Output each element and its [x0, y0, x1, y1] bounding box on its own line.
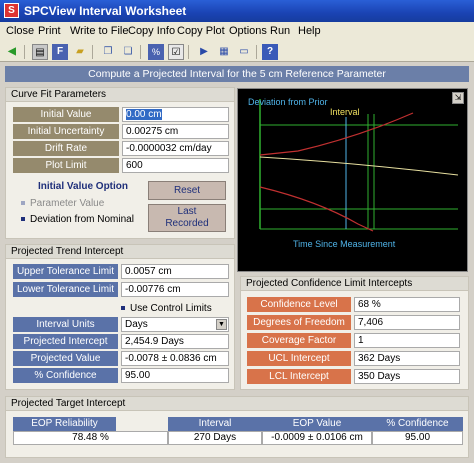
drift-rate-label: Drift Rate	[13, 141, 119, 156]
copy-icon[interactable]: ❐	[100, 44, 116, 60]
confidence-level-label: Confidence Level	[247, 297, 351, 312]
percent-icon[interactable]: %	[148, 44, 164, 60]
degrees-of-freedom-field[interactable]: 7,406	[354, 315, 460, 330]
eop-value-header: EOP Value	[262, 417, 372, 431]
menu-copy-info[interactable]: Copy Info	[128, 25, 175, 37]
options-icon[interactable]: ☑	[168, 44, 184, 60]
upper-tolerance-field[interactable]: 0.0057 cm	[121, 264, 229, 279]
coverage-factor-field[interactable]: 1	[354, 333, 460, 348]
upper-confidence-curve	[259, 112, 414, 156]
radio-dot-icon	[21, 217, 25, 222]
interval-units-select[interactable]: Days ▼	[121, 317, 229, 332]
confidence-percent-field[interactable]: 95.00	[121, 368, 229, 383]
plot-limit-label: Plot Limit	[13, 158, 119, 173]
toolbar-separator	[92, 45, 93, 59]
grid-icon[interactable]: ▦	[216, 44, 232, 60]
banner: Compute a Projected Interval for the 5 c…	[5, 66, 469, 82]
file-icon[interactable]: F	[52, 44, 68, 60]
toolbar: ◀ ▤ F ▰ ❐ ❏ % ☑ ▶ ▦ ▭ ?	[0, 42, 474, 62]
projected-value-field[interactable]: -0.0078 ± 0.0836 cm	[121, 351, 229, 366]
initial-value-label: Initial Value	[13, 107, 119, 122]
copy-plot-icon[interactable]: ❏	[120, 44, 136, 60]
eop-value-value: -0.0009 ± 0.0106 cm	[262, 431, 372, 445]
chart-interval-annotation: Interval	[330, 107, 360, 117]
eop-reliability-value: 78.48 %	[13, 431, 168, 445]
folder-icon[interactable]: ▰	[72, 44, 88, 60]
toolbar-separator	[188, 45, 189, 59]
window-title: SPCView Interval Worksheet	[24, 4, 187, 18]
menu-run[interactable]: Run	[270, 25, 290, 37]
trend-line	[259, 156, 459, 176]
interval-units-label: Interval Units	[13, 317, 118, 332]
ucl-intercept-field[interactable]: 362 Days	[354, 351, 460, 366]
eop-reliability-header: EOP Reliability	[13, 417, 116, 431]
plot-limit-field[interactable]: 600	[122, 158, 229, 173]
projected-value-label: Projected Value	[13, 351, 118, 366]
lower-tolerance-field[interactable]: -0.00776 cm	[121, 282, 229, 297]
spc-icon: S	[4, 3, 19, 18]
trend-intercept-header: Projected Trend Intercept	[6, 245, 234, 259]
interval-header: Interval	[168, 417, 262, 431]
menu-print[interactable]: Print	[38, 25, 61, 37]
initial-uncertainty-field[interactable]: 0.00275 cm	[122, 124, 229, 139]
chart-xlabel: Time Since Measurement	[293, 239, 396, 249]
lcl-intercept-label: LCL Intercept	[247, 369, 351, 384]
ucl-intercept-label: UCL Intercept	[247, 351, 351, 366]
menu-options[interactable]: Options	[229, 25, 267, 37]
run-icon[interactable]: ▶	[196, 44, 212, 60]
confidence-value: 95.00	[372, 431, 463, 445]
confidence-percent-label: % Confidence	[13, 368, 118, 383]
confidence-level-field[interactable]: 68 %	[354, 297, 460, 312]
deviation-chart: Deviation from Prior Interval Time Since…	[237, 88, 468, 272]
toolbar-separator	[140, 45, 141, 59]
chevron-down-icon[interactable]: ▼	[216, 319, 227, 330]
back-arrow-icon[interactable]: ◀	[4, 44, 20, 60]
checkbox-dot-icon	[121, 306, 125, 311]
toolbar-separator	[24, 45, 25, 59]
initial-uncertainty-label: Initial Uncertainty	[13, 124, 119, 139]
monitor-icon[interactable]: ▭	[236, 44, 252, 60]
interval-value: 270 Days	[168, 431, 262, 445]
initial-value-field[interactable]: 0.00 cm	[122, 107, 229, 122]
radio-dot-icon	[21, 201, 25, 206]
lcl-intercept-field[interactable]: 350 Days	[354, 369, 460, 384]
coverage-factor-label: Coverage Factor	[247, 333, 351, 348]
radio-parameter-value[interactable]: Parameter Value	[21, 198, 104, 209]
confidence-limit-header: Projected Confidence Limit Intercepts	[241, 277, 468, 291]
help-icon[interactable]: ?	[262, 44, 278, 60]
chart-ylabel: Deviation from Prior	[248, 97, 328, 107]
target-intercept-header: Projected Target Intercept	[6, 397, 468, 411]
projected-intercept-field[interactable]: 2,454.9 Days	[121, 334, 229, 349]
initial-value-option-title: Initial Value Option	[38, 181, 129, 192]
menu-bar: Close Print Write to File Copy Info Copy…	[0, 22, 474, 42]
menu-help[interactable]: Help	[298, 25, 321, 37]
toolbar-separator	[256, 45, 257, 59]
reset-button[interactable]: Reset	[148, 181, 226, 200]
confidence-header: % Confidence	[372, 417, 463, 431]
menu-write-to-file[interactable]: Write to File	[70, 25, 128, 37]
title-bar: S SPCView Interval Worksheet	[0, 0, 474, 22]
menu-close[interactable]: Close	[6, 25, 34, 37]
drift-rate-field[interactable]: -0.0000032 cm/day	[122, 141, 229, 156]
print-icon[interactable]: ▤	[32, 44, 48, 60]
use-control-limits-checkbox[interactable]: Use Control Limits	[121, 303, 212, 314]
expand-chart-icon[interactable]: ⇲	[452, 92, 464, 104]
last-recorded-button[interactable]: Last Recorded	[148, 204, 226, 232]
curve-fit-header: Curve Fit Parameters	[6, 88, 234, 102]
projected-intercept-label: Projected Intercept	[13, 334, 118, 349]
radio-deviation-from-nominal[interactable]: Deviation from Nominal	[21, 214, 134, 225]
upper-tolerance-label: Upper Tolerance Limit	[13, 264, 118, 279]
lower-tolerance-label: Lower Tolerance Limit	[13, 282, 118, 297]
degrees-of-freedom-label: Degrees of Freedom	[247, 315, 351, 330]
menu-copy-plot[interactable]: Copy Plot	[177, 25, 225, 37]
